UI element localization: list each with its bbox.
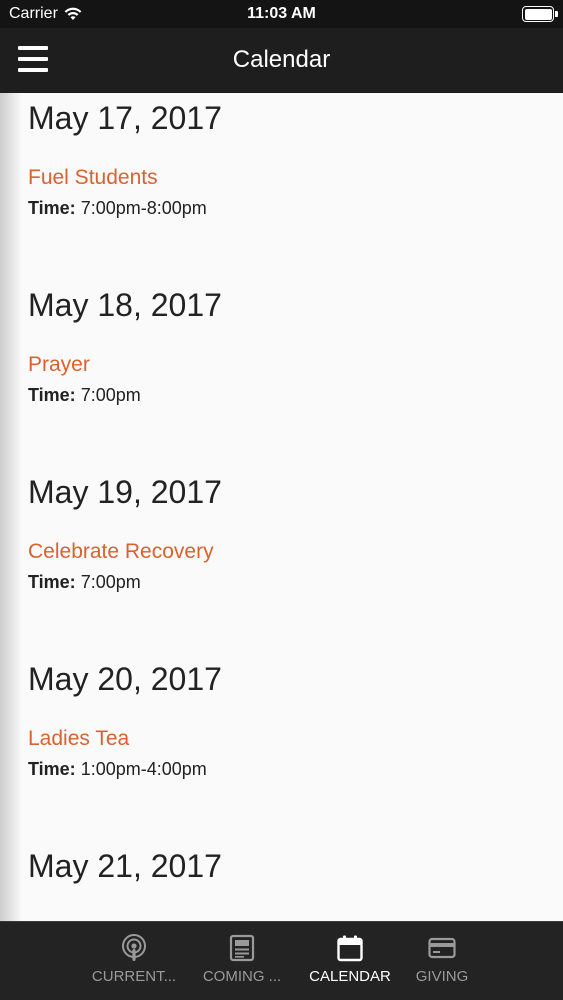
newspaper-icon — [229, 934, 255, 962]
event-title-link[interactable]: Prayer — [28, 351, 222, 379]
drawer-shadow — [0, 93, 22, 921]
event-time: Time: 7:00pm — [28, 383, 222, 407]
time-label: Time: — [28, 198, 76, 218]
day-section: May 21, 2017 — [28, 846, 222, 886]
tab-current[interactable]: CURRENT... — [84, 922, 184, 1000]
day-date: May 18, 2017 — [28, 287, 222, 323]
podcast-icon — [122, 934, 146, 961]
status-bar: Carrier 11:03 AM — [0, 0, 563, 28]
day-section: May 19, 2017 Celebrate Recovery Time: 7:… — [28, 472, 222, 594]
tab-label: CALENDAR — [309, 968, 391, 985]
tab-coming[interactable]: COMING ... — [192, 922, 292, 1000]
page-title: Calendar — [232, 46, 331, 73]
time-value: 7:00pm-8:00pm — [80, 198, 207, 218]
day-section: May 18, 2017 Prayer Time: 7:00pm — [28, 285, 222, 407]
event-title-link[interactable]: Fuel Students — [28, 164, 222, 192]
tab-giving[interactable]: GIVING — [392, 922, 492, 1000]
time-label: Time: — [28, 572, 76, 592]
tab-calendar[interactable]: CALENDAR — [300, 922, 400, 1000]
day-section: May 20, 2017 Ladies Tea Time: 1:00pm-4:0… — [28, 659, 222, 781]
time-label: Time: — [28, 759, 76, 779]
day-date: May 17, 2017 — [28, 100, 222, 136]
battery-icon — [522, 6, 558, 22]
tab-bar: CURRENT... COMING ... CALENDAR GIVING — [0, 921, 563, 1000]
time-value: 7:00pm — [80, 572, 141, 592]
event-title-link[interactable]: Celebrate Recovery — [28, 538, 222, 566]
day-date: May 20, 2017 — [28, 661, 222, 697]
event-title-link[interactable]: Ladies Tea — [28, 725, 222, 753]
day-date: May 19, 2017 — [28, 474, 222, 510]
day-section: May 17, 2017 Fuel Students Time: 7:00pm-… — [28, 98, 222, 220]
battery-level — [524, 8, 552, 20]
status-time: 11:03 AM — [247, 5, 316, 22]
tab-label: GIVING — [415, 968, 469, 985]
event-time: Time: 7:00pm — [28, 570, 222, 594]
time-label: Time: — [28, 385, 76, 405]
event-time: Time: 1:00pm-4:00pm — [28, 757, 222, 781]
event-time: Time: 7:00pm-8:00pm — [28, 196, 222, 220]
calendar-list[interactable]: May 17, 2017 Fuel Students Time: 7:00pm-… — [0, 93, 563, 921]
tab-label: COMING ... — [202, 968, 282, 985]
tab-label: CURRENT... — [91, 968, 177, 985]
credit-card-icon — [428, 937, 456, 959]
calendar-icon — [337, 935, 363, 962]
day-date: May 21, 2017 — [28, 848, 222, 884]
nav-bar: Calendar — [0, 28, 563, 93]
time-value: 7:00pm — [80, 385, 141, 405]
time-value: 1:00pm-4:00pm — [80, 759, 207, 779]
